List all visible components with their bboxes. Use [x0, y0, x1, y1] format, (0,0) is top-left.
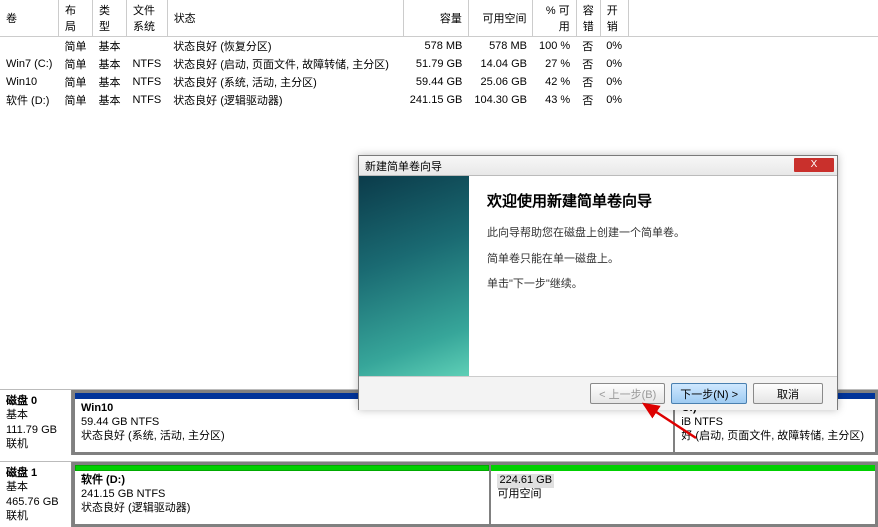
disk-info-0[interactable]: 磁盘 0 基本 111.79 GB 联机: [0, 390, 72, 455]
cell-volume: Win7 (C:): [0, 55, 58, 73]
cell-fs: [126, 37, 167, 56]
disk-type: 基本: [6, 408, 65, 422]
col-free[interactable]: 可用空间: [468, 0, 533, 37]
cell-fault: 否: [576, 73, 600, 91]
cell-fault: 否: [576, 55, 600, 73]
partition-unallocated[interactable]: 224.61 GB 可用空间: [490, 464, 876, 525]
cell-type: 基本: [92, 73, 126, 91]
cell-capacity: 51.79 GB: [404, 55, 469, 73]
col-pctfree[interactable]: % 可用: [533, 0, 576, 37]
cell-pctfree: 100 %: [533, 37, 576, 56]
disk-state: 联机: [6, 437, 65, 451]
table-row[interactable]: Win7 (C:)简单基本NTFS状态良好 (启动, 页面文件, 故障转储, 主…: [0, 55, 878, 73]
cell-fs: NTFS: [126, 55, 167, 73]
col-type[interactable]: 类型: [92, 0, 126, 37]
disk-title: 磁盘 0: [6, 394, 65, 408]
col-fs[interactable]: 文件系统: [126, 0, 167, 37]
cell-capacity: 241.15 GB: [404, 91, 469, 109]
col-overhead[interactable]: 开销: [600, 0, 628, 37]
cell-type: 基本: [92, 55, 126, 73]
partition-status: 好 (启动, 页面文件, 故障转储, 主分区): [681, 430, 869, 444]
partition-sub: iB NTFS: [681, 416, 869, 430]
cell-free: 25.06 GB: [468, 73, 533, 91]
cell-volume: Win10: [0, 73, 58, 91]
cell-layout: 简单: [58, 37, 92, 56]
partition-sub: 224.61 GB: [497, 474, 554, 488]
partition-label: 软件 (D:): [81, 474, 483, 488]
cell-type: 基本: [92, 91, 126, 109]
disk-state: 联机: [6, 509, 65, 523]
cell-free: 104.30 GB: [468, 91, 533, 109]
partition-d[interactable]: 软件 (D:) 241.15 GB NTFS 状态良好 (逻辑驱动器): [74, 464, 490, 525]
partition-sub: 241.15 GB NTFS: [81, 488, 483, 502]
cell-pctfree: 27 %: [533, 55, 576, 73]
table-row[interactable]: 简单基本状态良好 (恢复分区)578 MB578 MB100 %否0%: [0, 37, 878, 56]
col-volume[interactable]: 卷: [0, 0, 58, 37]
dialog-button-row: < 上一步(B) 下一步(N) > 取消: [359, 376, 837, 410]
wizard-line2: 简单卷只能在单一磁盘上。: [487, 251, 821, 269]
col-capacity[interactable]: 容量: [404, 0, 469, 37]
back-button: < 上一步(B): [590, 383, 665, 404]
cancel-button[interactable]: 取消: [753, 383, 823, 404]
cell-fault: 否: [576, 91, 600, 109]
partition-status: 状态良好 (逻辑驱动器): [81, 502, 483, 516]
cell-capacity: 578 MB: [404, 37, 469, 56]
cell-layout: 简单: [58, 73, 92, 91]
dialog-titlebar[interactable]: 新建简单卷向导 X: [359, 156, 837, 176]
cell-overhead: 0%: [600, 73, 628, 91]
disk-title: 磁盘 1: [6, 466, 65, 480]
dialog-title-text: 新建简单卷向导: [365, 158, 442, 174]
new-simple-volume-wizard-dialog: 新建简单卷向导 X 欢迎使用新建简单卷向导 此向导帮助您在磁盘上创建一个简单卷。…: [358, 155, 838, 410]
partition-sub: 59.44 GB NTFS: [81, 416, 667, 430]
cell-fault: 否: [576, 37, 600, 56]
cell-overhead: 0%: [600, 37, 628, 56]
next-button[interactable]: 下一步(N) >: [671, 383, 747, 404]
disk-row-1: 磁盘 1 基本 465.76 GB 联机 软件 (D:) 241.15 GB N…: [0, 461, 878, 527]
partition-status: 可用空间: [497, 488, 869, 502]
disk-size: 111.79 GB: [6, 423, 65, 437]
cell-type: 基本: [92, 37, 126, 56]
cell-overhead: 0%: [600, 55, 628, 73]
cell-fs: NTFS: [126, 91, 167, 109]
cell-layout: 简单: [58, 55, 92, 73]
table-header-row: 卷 布局 类型 文件系统 状态 容量 可用空间 % 可用 容错 开销: [0, 0, 878, 37]
col-fault[interactable]: 容错: [576, 0, 600, 37]
cell-status: 状态良好 (系统, 活动, 主分区): [167, 73, 404, 91]
partition-status: 状态良好 (系统, 活动, 主分区): [81, 430, 667, 444]
col-layout[interactable]: 布局: [58, 0, 92, 37]
close-icon: X: [811, 159, 818, 170]
cell-volume: 软件 (D:): [0, 91, 58, 109]
volume-table: 卷 布局 类型 文件系统 状态 容量 可用空间 % 可用 容错 开销 简单基本状…: [0, 0, 878, 109]
cell-overhead: 0%: [600, 91, 628, 109]
cell-volume: [0, 37, 58, 56]
disk-type: 基本: [6, 480, 65, 494]
cell-capacity: 59.44 GB: [404, 73, 469, 91]
cell-fs: NTFS: [126, 73, 167, 91]
cell-pctfree: 42 %: [533, 73, 576, 91]
disk-size: 465.76 GB: [6, 495, 65, 509]
cell-pctfree: 43 %: [533, 91, 576, 109]
wizard-heading: 欢迎使用新建简单卷向导: [487, 190, 821, 211]
disk-info-1[interactable]: 磁盘 1 基本 465.76 GB 联机: [0, 462, 72, 527]
col-status[interactable]: 状态: [167, 0, 404, 37]
cell-free: 14.04 GB: [468, 55, 533, 73]
cell-status: 状态良好 (恢复分区): [167, 37, 404, 56]
cell-free: 578 MB: [468, 37, 533, 56]
wizard-line1: 此向导帮助您在磁盘上创建一个简单卷。: [487, 225, 821, 243]
wizard-banner: [359, 176, 469, 376]
table-row[interactable]: 软件 (D:)简单基本NTFS状态良好 (逻辑驱动器)241.15 GB104.…: [0, 91, 878, 109]
cell-status: 状态良好 (逻辑驱动器): [167, 91, 404, 109]
wizard-line3: 单击"下一步"继续。: [487, 276, 821, 294]
table-row[interactable]: Win10简单基本NTFS状态良好 (系统, 活动, 主分区)59.44 GB2…: [0, 73, 878, 91]
cell-layout: 简单: [58, 91, 92, 109]
cell-status: 状态良好 (启动, 页面文件, 故障转储, 主分区): [167, 55, 404, 73]
close-button[interactable]: X: [794, 158, 834, 172]
